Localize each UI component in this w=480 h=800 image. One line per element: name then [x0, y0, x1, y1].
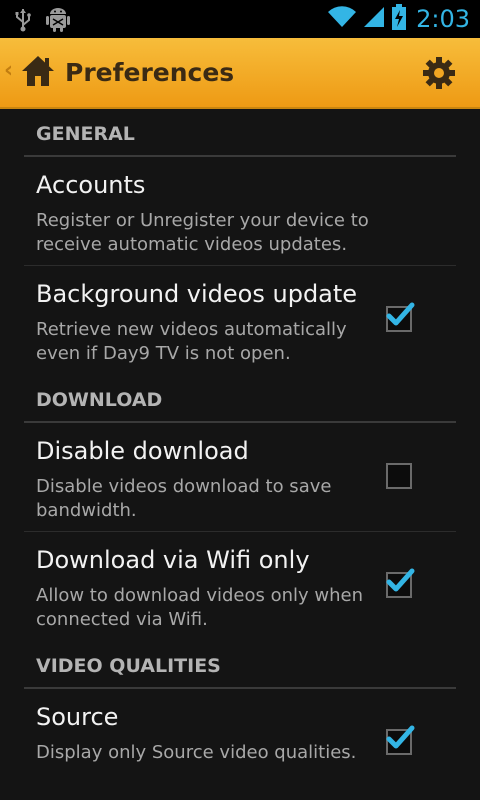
preferences-list: GENERAL Accounts Register or Unregister … [0, 109, 480, 800]
settings-gear-icon[interactable] [422, 56, 456, 94]
pref-summary: Allow to download videos only when conne… [36, 585, 363, 630]
pref-download-via-wifi-only[interactable]: Download via Wifi only Allow to download… [24, 532, 456, 641]
status-bar: 2:03 [0, 0, 480, 38]
action-bar: ‹ Preferences [0, 38, 480, 109]
wifi-icon [328, 6, 357, 32]
home-icon[interactable] [20, 53, 56, 93]
section-header-general: GENERAL [24, 109, 456, 157]
android-debug-icon [46, 7, 70, 37]
pref-title: Download via Wifi only [36, 546, 310, 574]
page-title: Preferences [65, 58, 235, 87]
section-header-download: DOWNLOAD [24, 375, 456, 423]
status-clock: 2:03 [416, 5, 470, 33]
battery-charging-icon [392, 4, 407, 34]
checkbox-checked[interactable] [386, 302, 415, 332]
up-caret-icon[interactable]: ‹ [4, 58, 13, 83]
usb-icon [14, 8, 32, 36]
checkbox-unchecked[interactable] [386, 463, 412, 489]
pref-background-videos-update[interactable]: Background videos update Retrieve new vi… [24, 266, 456, 375]
pref-summary: Register or Unregister your device to re… [36, 210, 369, 255]
pref-summary: Disable videos download to save bandwidt… [36, 476, 332, 521]
pref-source[interactable]: Source Display only Source video qualiti… [24, 689, 456, 798]
pref-title: Background videos update [36, 280, 358, 308]
pref-summary: Retrieve new videos automatically even i… [36, 319, 347, 364]
checkbox-checked[interactable] [386, 568, 415, 598]
pref-disable-download[interactable]: Disable download Disable videos download… [24, 423, 456, 532]
pref-accounts[interactable]: Accounts Register or Unregister your dev… [24, 157, 456, 266]
pref-title: Source [36, 703, 119, 731]
pref-summary: Display only Source video qualities. [36, 742, 357, 763]
section-header-video-qualities: VIDEO QUALITIES [24, 641, 456, 689]
signal-icon [362, 5, 386, 33]
pref-title: Disable download [36, 437, 249, 465]
pref-title: Accounts [36, 171, 146, 199]
checkbox-checked[interactable] [386, 725, 415, 755]
